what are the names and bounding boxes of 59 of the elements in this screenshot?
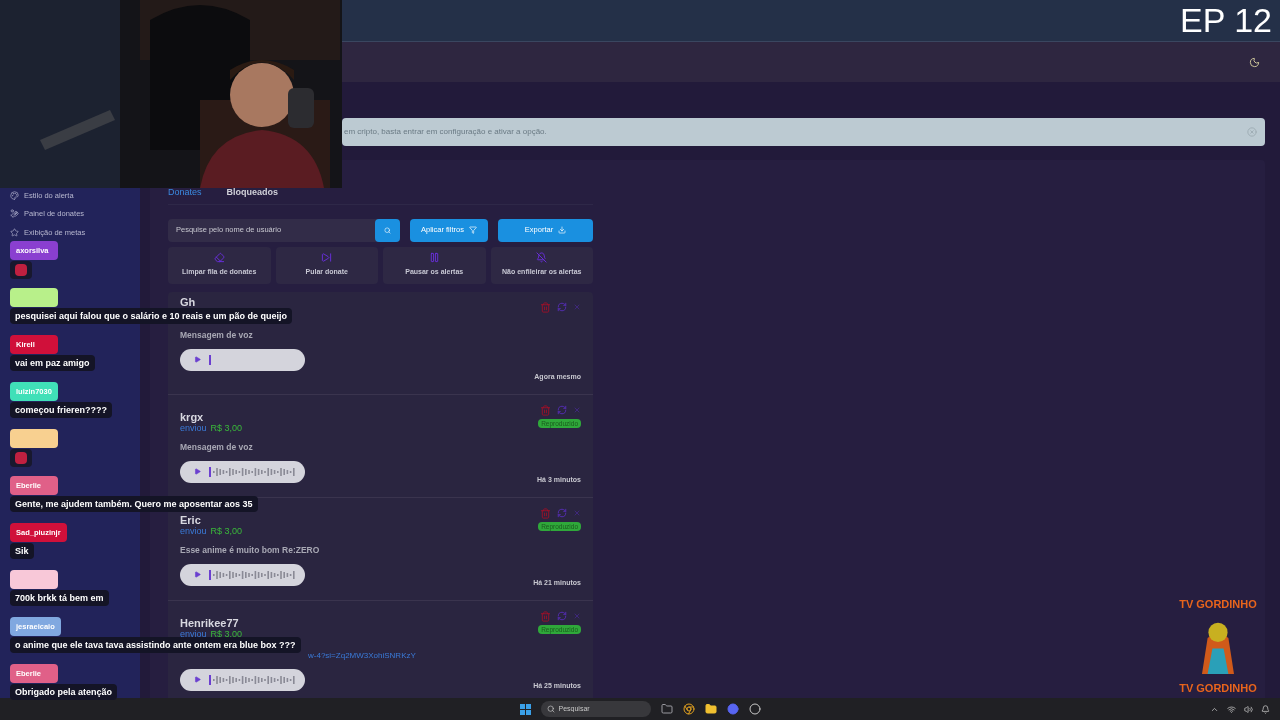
donation-amount: R$ 3,00 bbox=[210, 628, 243, 640]
chat-message: o anime que ele tava tava assistindo ante ontem era blue box ??? bbox=[10, 637, 301, 653]
chat-message: 700k brkk tá bem em bbox=[10, 590, 109, 606]
sidebar-icon bbox=[10, 209, 19, 219]
chat-message: vai em paz amigo bbox=[10, 355, 95, 371]
play-icon[interactable] bbox=[194, 676, 201, 683]
pause-icon bbox=[428, 252, 440, 264]
donor-name: Gh bbox=[180, 295, 196, 308]
tab[interactable]: Bloqueados bbox=[226, 186, 279, 204]
search-icon bbox=[384, 226, 391, 234]
mute-icon bbox=[536, 252, 548, 264]
audio-player[interactable] bbox=[180, 668, 305, 691]
folder-icon[interactable] bbox=[660, 703, 673, 715]
notification-icon[interactable] bbox=[1261, 704, 1270, 714]
search-icon bbox=[546, 705, 555, 713]
audio-player[interactable] bbox=[180, 460, 305, 483]
browser-icon[interactable] bbox=[682, 703, 695, 715]
donation-message: Esse anime é muito bom Re:ZERO bbox=[180, 544, 320, 556]
recorder-icon[interactable] bbox=[748, 703, 761, 715]
theme-toggle-icon[interactable] bbox=[1249, 56, 1260, 68]
sent-label: enviou bbox=[180, 422, 207, 434]
sent-label: enviou bbox=[180, 525, 207, 537]
donation-amount: R$ 3,00 bbox=[210, 525, 243, 537]
tab[interactable]: Donates bbox=[168, 186, 202, 204]
logo-text: TV GORDINHO bbox=[1179, 680, 1257, 696]
play-icon[interactable] bbox=[194, 571, 201, 578]
folder-icon[interactable] bbox=[704, 703, 717, 715]
donor-name: Henrikee77 bbox=[180, 616, 239, 629]
volume-icon[interactable] bbox=[1244, 704, 1253, 714]
banner-text: em cripto, basta entrar em configuração e ativar a opção. bbox=[344, 126, 547, 138]
start-icon[interactable] bbox=[519, 703, 531, 715]
donor-name: krgx bbox=[180, 410, 204, 423]
audio-player[interactable] bbox=[180, 348, 305, 371]
chat-message: Sik bbox=[10, 543, 34, 559]
donation-message: Mensagem de voz bbox=[180, 441, 253, 453]
donation-amount: R$ 3,00 bbox=[210, 422, 243, 434]
donor-name: Eric bbox=[180, 513, 201, 526]
chat-message: Gente, me ajudem também. Quero me aposentar aos 35 bbox=[10, 496, 258, 512]
sent-label: enviou bbox=[180, 628, 207, 640]
play-icon[interactable] bbox=[194, 356, 201, 363]
search-button[interactable] bbox=[375, 218, 400, 242]
emote-icon bbox=[15, 264, 27, 276]
clear-icon bbox=[213, 252, 225, 264]
chat-message: começou frieren???? bbox=[10, 402, 112, 418]
sidebar-icon bbox=[10, 191, 19, 201]
donation-message: Mensagem de voz bbox=[180, 329, 253, 341]
chat-message: Obrigado pela atenção bbox=[10, 684, 118, 700]
sidebar-icon bbox=[10, 227, 19, 237]
download-icon bbox=[558, 226, 567, 234]
logo-text: TV GORDINHO bbox=[1179, 597, 1257, 612]
wifi-icon[interactable] bbox=[1227, 704, 1236, 714]
skip-icon bbox=[321, 252, 333, 264]
episode-label: EP 12 bbox=[1180, 0, 1272, 40]
emote-icon bbox=[15, 452, 27, 464]
message-link[interactable]: w-4?si=Zq2MW3XohiSNRKzY bbox=[308, 650, 416, 661]
audio-player[interactable] bbox=[180, 563, 305, 586]
filter-icon bbox=[468, 226, 477, 234]
play-icon[interactable] bbox=[194, 468, 201, 475]
chat-message: pesquisei aqui falou que o salário e 10 reais e um pão de queijo bbox=[10, 308, 293, 324]
